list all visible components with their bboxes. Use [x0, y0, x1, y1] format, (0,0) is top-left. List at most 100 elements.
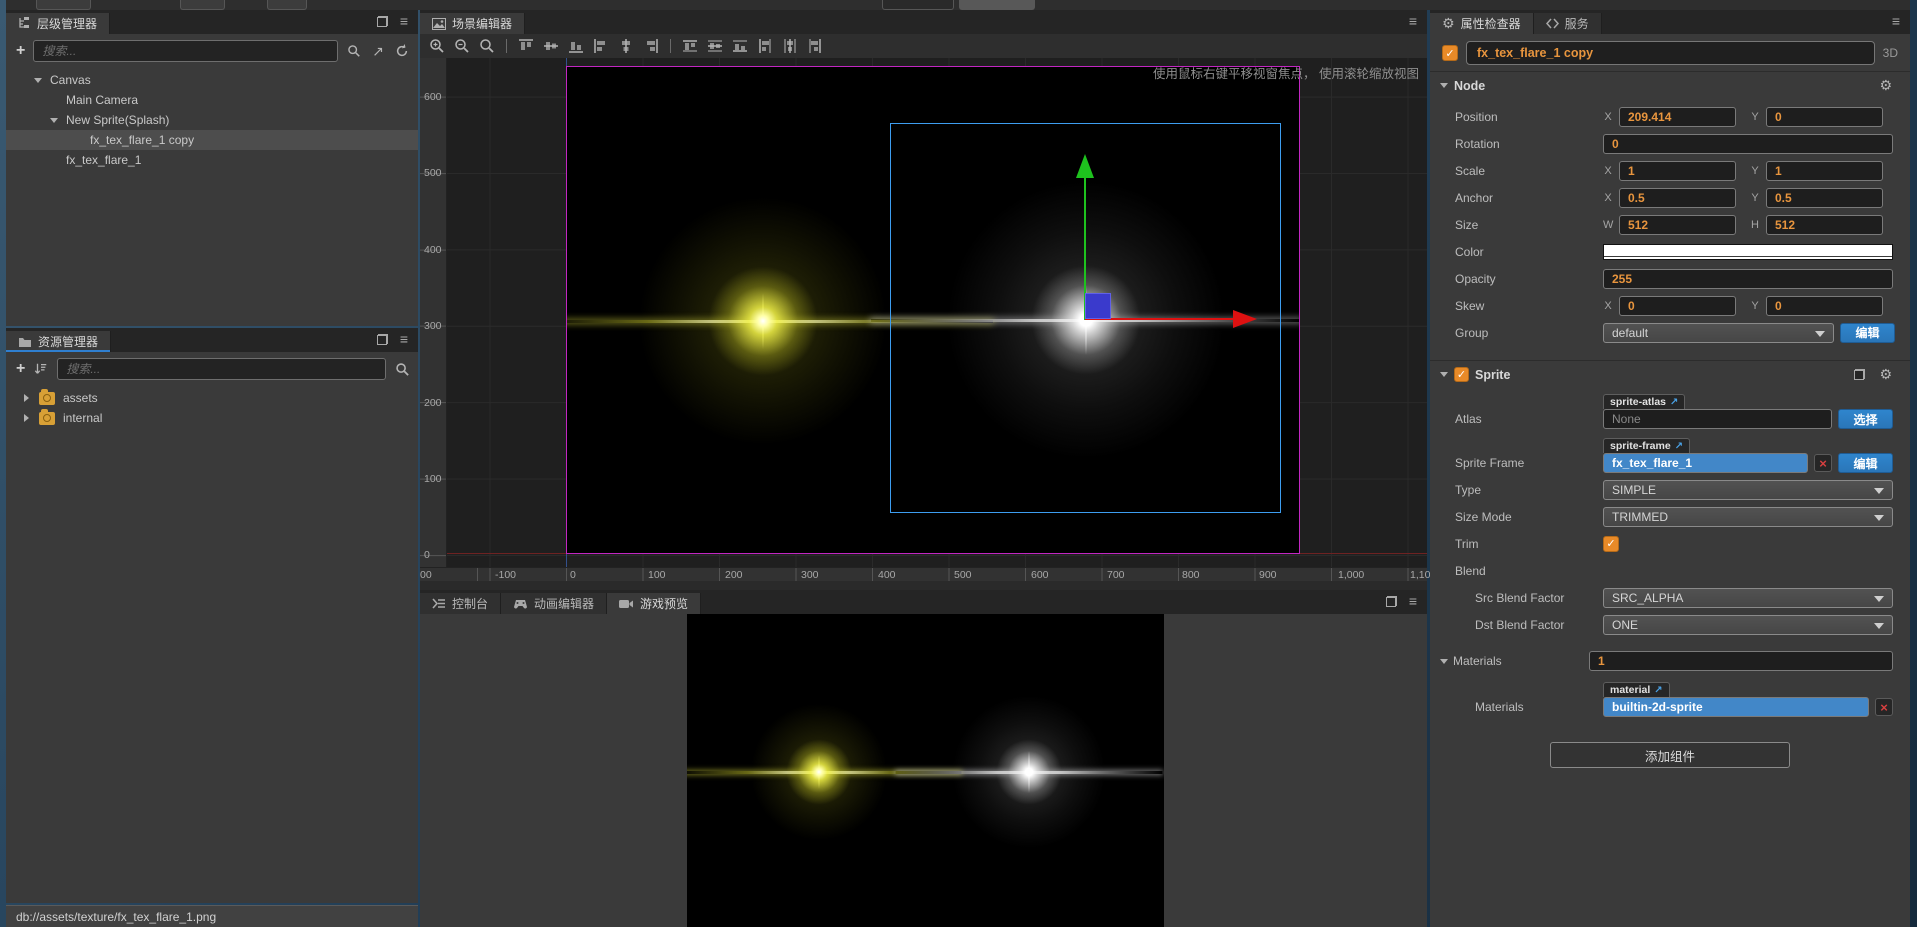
- size-mode-dropdown[interactable]: TRIMMED: [1603, 506, 1893, 527]
- expand-arrow-icon[interactable]: [24, 414, 29, 422]
- trim-checkbox[interactable]: ✓: [1603, 535, 1619, 552]
- material-ref-input[interactable]: [1603, 697, 1869, 717]
- panel-menu-icon[interactable]: ≡: [1892, 14, 1900, 28]
- add-asset-button[interactable]: +: [16, 361, 25, 377]
- align-center-icon[interactable]: [617, 37, 635, 55]
- zoom-in-icon[interactable]: [428, 37, 446, 55]
- sprite-frame-ref-input[interactable]: [1603, 453, 1808, 473]
- tree-node-fx-tex-flare-1[interactable]: fx_tex_flare_1: [6, 150, 418, 170]
- node-active-checkbox[interactable]: ✓: [1442, 45, 1458, 61]
- gear-icon[interactable]: ⚙: [1879, 366, 1892, 383]
- zoom-reset-icon[interactable]: [478, 37, 496, 55]
- align-middle-icon[interactable]: [542, 37, 560, 55]
- tab-game-preview[interactable]: 游戏预览: [607, 593, 702, 614]
- expand-icon[interactable]: ↗: [370, 43, 386, 59]
- expand-arrow-icon[interactable]: [50, 117, 58, 123]
- node-name-input[interactable]: [1466, 41, 1875, 65]
- toolbar-button-stub[interactable]: [180, 0, 225, 10]
- group-edit-button[interactable]: 编辑: [1840, 322, 1895, 343]
- assets-search-input[interactable]: [57, 358, 386, 380]
- align-left-icon[interactable]: [592, 37, 610, 55]
- add-node-button[interactable]: +: [16, 43, 25, 59]
- tree-node-main-camera[interactable]: Main Camera: [6, 90, 418, 110]
- size-h-input[interactable]: [1766, 214, 1883, 235]
- distribute-right-icon[interactable]: [806, 37, 824, 55]
- gear-icon[interactable]: ⚙: [1879, 77, 1892, 94]
- copy-component-icon[interactable]: [1854, 369, 1866, 380]
- panel-menu-icon[interactable]: ≡: [1409, 14, 1417, 28]
- toolbar-button-stub[interactable]: [959, 0, 1035, 10]
- external-link-icon[interactable]: ↗: [1670, 397, 1678, 408]
- sprite-frame-edit-button[interactable]: 编辑: [1838, 453, 1893, 473]
- src-blend-dropdown[interactable]: SRC_ALPHA: [1603, 587, 1893, 608]
- group-dropdown[interactable]: default: [1603, 322, 1834, 343]
- hierarchy-search-input[interactable]: [33, 40, 338, 62]
- search-icon[interactable]: [394, 361, 410, 377]
- external-link-icon[interactable]: ↗: [1654, 685, 1662, 696]
- sprite-section-header[interactable]: ✓ Sprite ⚙: [1430, 360, 1910, 388]
- distribute-top-icon[interactable]: [681, 37, 699, 55]
- dst-blend-dropdown[interactable]: ONE: [1603, 614, 1893, 635]
- size-w-input[interactable]: [1619, 214, 1736, 235]
- position-y-input[interactable]: [1766, 106, 1883, 127]
- collapse-arrow-icon[interactable]: [1440, 83, 1448, 88]
- popout-icon[interactable]: [1385, 595, 1397, 607]
- tab-hierarchy[interactable]: 层级管理器: [6, 13, 111, 34]
- distribute-hcenter-icon[interactable]: [781, 37, 799, 55]
- expand-arrow-icon[interactable]: [34, 77, 42, 83]
- add-component-button[interactable]: 添加组件: [1550, 742, 1790, 768]
- skew-x-input[interactable]: [1619, 295, 1736, 316]
- tab-assets[interactable]: 资源管理器: [6, 331, 112, 352]
- tree-node-new-sprite[interactable]: New Sprite(Splash): [6, 110, 418, 130]
- game-preview-canvas[interactable]: [687, 614, 1164, 927]
- collapse-arrow-icon[interactable]: [1440, 372, 1448, 377]
- sort-icon[interactable]: [33, 361, 49, 377]
- gizmo-y-arrowhead[interactable]: [1076, 154, 1094, 178]
- expand-arrow-icon[interactable]: [24, 394, 29, 402]
- position-x-input[interactable]: [1619, 106, 1736, 127]
- opacity-input[interactable]: [1603, 268, 1893, 289]
- toolbar-button-stub[interactable]: [36, 0, 91, 10]
- gizmo-xy-plane-handle[interactable]: [1085, 293, 1111, 319]
- search-icon[interactable]: [346, 43, 362, 59]
- external-link-icon[interactable]: ↗: [1675, 441, 1683, 452]
- popout-icon[interactable]: [376, 15, 388, 27]
- scale-x-input[interactable]: [1619, 160, 1736, 181]
- rotation-input[interactable]: [1603, 133, 1893, 154]
- skew-y-input[interactable]: [1766, 295, 1883, 316]
- scale-y-input[interactable]: [1766, 160, 1883, 181]
- materials-section-header[interactable]: Materials: [1430, 646, 1910, 676]
- tree-node-canvas[interactable]: Canvas: [6, 70, 418, 90]
- color-swatch[interactable]: [1603, 243, 1893, 260]
- scene-viewport[interactable]: 使用鼠标右键平移视窗焦点， 使用滚轮缩放视图: [420, 58, 1427, 567]
- distribute-left-icon[interactable]: [756, 37, 774, 55]
- refresh-icon[interactable]: [394, 43, 410, 59]
- sprite-enabled-checkbox[interactable]: ✓: [1454, 367, 1469, 382]
- panel-menu-icon[interactable]: ≡: [400, 14, 408, 28]
- panel-menu-icon[interactable]: ≡: [400, 332, 408, 346]
- clear-material-button[interactable]: ×: [1875, 698, 1893, 716]
- collapse-arrow-icon[interactable]: [1440, 658, 1448, 664]
- align-top-icon[interactable]: [517, 37, 535, 55]
- anchor-x-input[interactable]: [1619, 187, 1736, 208]
- type-dropdown[interactable]: SIMPLE: [1603, 479, 1893, 500]
- gizmo-x-arrowhead[interactable]: [1233, 310, 1257, 328]
- tree-node-fx-tex-flare-1-copy[interactable]: fx_tex_flare_1 copy: [6, 130, 418, 150]
- asset-folder-assets[interactable]: assets: [6, 388, 418, 408]
- align-right-icon[interactable]: [642, 37, 660, 55]
- anchor-y-input[interactable]: [1766, 187, 1883, 208]
- zoom-out-icon[interactable]: [453, 37, 471, 55]
- atlas-ref-input[interactable]: [1603, 409, 1832, 429]
- tab-services[interactable]: 服务: [1533, 13, 1602, 34]
- popout-icon[interactable]: [376, 333, 388, 345]
- tab-scene-editor[interactable]: 场景编辑器: [420, 13, 526, 34]
- toolbar-button-stub[interactable]: [267, 0, 307, 10]
- clear-sprite-frame-button[interactable]: ×: [1814, 454, 1832, 472]
- tab-inspector[interactable]: ⚙ 属性检查器: [1430, 13, 1534, 34]
- asset-folder-internal[interactable]: internal: [6, 408, 418, 428]
- materials-count-input[interactable]: [1589, 651, 1893, 671]
- distribute-bottom-icon[interactable]: [731, 37, 749, 55]
- tab-animation-editor[interactable]: 动画编辑器: [501, 593, 608, 614]
- node-section-header[interactable]: Node ⚙: [1430, 71, 1910, 99]
- toolbar-button-stub[interactable]: [882, 0, 954, 10]
